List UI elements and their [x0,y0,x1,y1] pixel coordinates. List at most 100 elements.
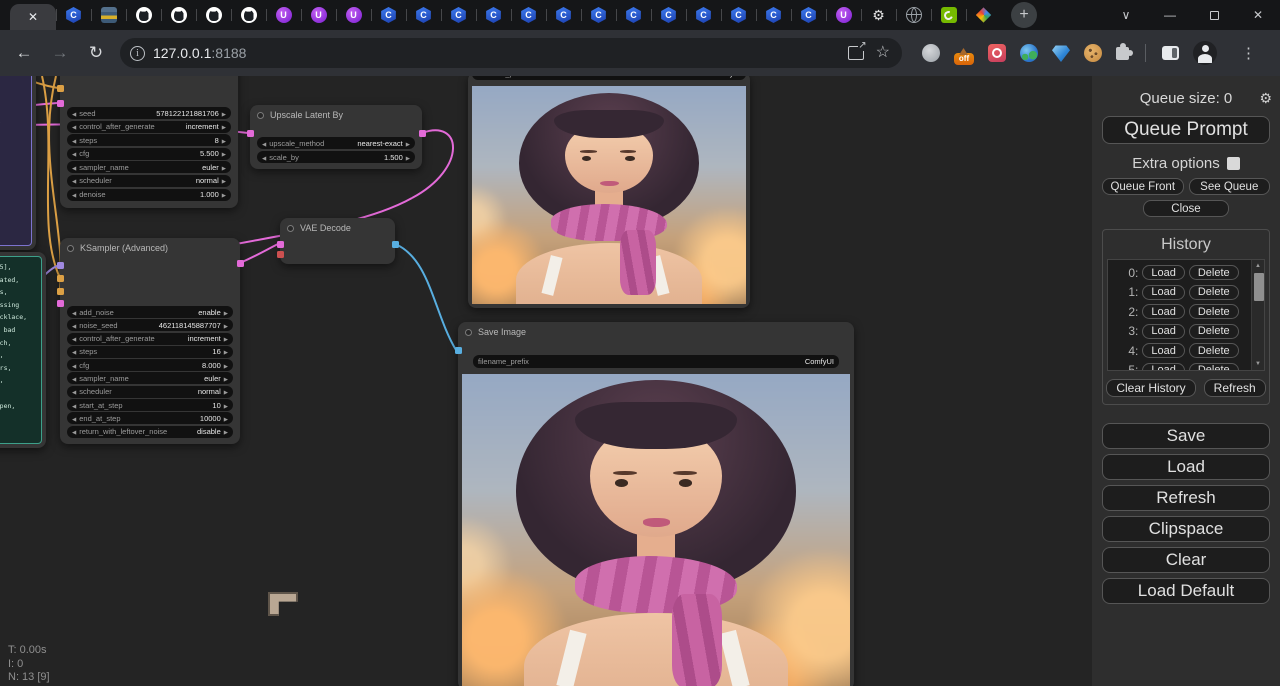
history-delete-button[interactable]: Delete [1189,265,1239,280]
pinned-tab[interactable]: C [651,0,686,30]
extension-ring-icon[interactable] [988,44,1006,62]
widget-value[interactable]: increment [186,122,219,131]
scroll-down-icon[interactable]: ▼ [1252,358,1264,370]
widget-row[interactable]: cfg 5.500 [67,148,231,160]
widget-increment-icon[interactable] [224,321,228,330]
collapse-dot-icon[interactable] [257,112,264,119]
slot-latent[interactable] [57,100,64,107]
slot-latent[interactable] [57,300,64,307]
tab-search-chevron-icon[interactable]: ∨ [1104,0,1148,30]
history-refresh-button[interactable]: Refresh [1204,379,1266,397]
history-delete-button[interactable]: Delete [1189,363,1239,371]
slot-image[interactable] [392,241,399,248]
ksampler-node[interactable]: seed 578122121881706 control_after_gener… [60,76,238,208]
menu-button[interactable]: Refresh [1102,485,1270,511]
browser-menu-icon[interactable]: ⋮ [1241,44,1256,62]
widget-increment-icon[interactable] [224,347,228,356]
collapse-dot-icon[interactable] [465,329,472,336]
widget-row[interactable]: filename_prefix ComfyUI [472,76,746,80]
extensions-puzzle-icon[interactable] [1116,47,1129,60]
widget-value[interactable]: nearest-exact [357,139,402,148]
widget-value[interactable]: 16 [212,347,220,356]
widget-increment-icon[interactable] [224,387,228,396]
widget-row[interactable]: control_after_generate increment [67,121,231,133]
pinned-tab[interactable]: C [686,0,721,30]
extension-gem-icon[interactable] [1052,44,1070,62]
widget-increment-icon[interactable] [222,136,226,145]
extension-globe-icon[interactable] [922,44,940,62]
minimize-icon[interactable]: — [1148,0,1192,30]
slot-conditioning[interactable] [57,275,64,282]
history-delete-button[interactable]: Delete [1189,343,1239,358]
upscale-latent-node[interactable]: Upscale Latent By upscale_method nearest… [250,105,422,169]
widget-row[interactable]: start_at_step 10 [67,399,233,411]
pinned-tab[interactable]: C [756,0,791,30]
widget-increment-icon[interactable] [222,149,226,158]
widget-decrement-icon[interactable] [72,427,76,436]
pinned-tab[interactable] [966,0,1001,30]
slot-latent[interactable] [237,260,244,267]
pinned-tab[interactable]: C [56,0,91,30]
widget-decrement-icon[interactable] [72,321,76,330]
bookmark-star-icon[interactable]: ☆ [876,45,890,61]
widget-row[interactable]: denoise 1.000 [67,189,231,201]
history-list[interactable]: 0: Load Delete 1: Load Delete 2: Load De… [1107,259,1265,371]
widget-increment-icon[interactable] [224,414,228,423]
widget-increment-icon[interactable] [224,361,228,370]
widget-value[interactable]: 462118145887707 [159,321,221,330]
widget-row[interactable]: sampler_name euler [67,161,231,173]
widget-row[interactable]: filename_prefix ComfyUI [473,355,839,368]
extension-earth-icon[interactable] [1020,44,1038,62]
slot-conditioning[interactable] [57,85,64,92]
settings-gear-icon[interactable]: ⚙ [1259,90,1272,107]
widget-increment-icon[interactable] [224,334,228,343]
queue-prompt-button[interactable]: Queue Prompt [1102,116,1270,144]
widget-value[interactable]: increment [188,334,221,343]
widget-value[interactable]: 10000 [200,414,221,423]
widget-value[interactable]: enable [198,308,221,317]
menu-button[interactable]: Load [1102,454,1270,480]
extension-cookie-icon[interactable] [1084,44,1102,62]
slot-latent[interactable] [419,130,426,137]
slot-conditioning[interactable] [57,288,64,295]
widget-row[interactable]: return_with_leftover_noise disable [67,426,233,438]
slot-model[interactable] [57,262,64,269]
menu-button[interactable]: Clear [1102,547,1270,573]
profile-avatar[interactable] [1193,41,1217,65]
preview-image-node[interactable]: filename_prefix ComfyUI [468,76,750,308]
history-delete-button[interactable]: Delete [1189,324,1239,339]
widget-increment-icon[interactable] [406,139,410,148]
pinned-tab[interactable] [861,0,896,30]
widget-decrement-icon[interactable] [72,414,76,423]
widget-increment-icon[interactable] [224,308,228,317]
slot-image[interactable] [455,347,462,354]
address-bar[interactable]: 127.0.0.1:8188 ☆ [120,38,902,68]
widget-row[interactable]: cfg 8.000 [67,359,233,371]
widget-decrement-icon[interactable] [72,122,76,131]
pinned-tab[interactable]: C [721,0,756,30]
widget-decrement-icon[interactable] [72,149,76,158]
widget-row[interactable]: control_after_generate increment [67,333,233,345]
back-icon[interactable]: ← [8,37,40,69]
widget-value[interactable]: 8 [215,136,219,145]
widget-row[interactable]: steps 8 [67,134,231,146]
pinned-tab[interactable]: C [546,0,581,30]
side-panel-icon[interactable] [1162,46,1179,60]
widget-row[interactable]: noise_seed 462118145887707 [67,319,233,331]
pinned-tab[interactable] [931,0,966,30]
close-button[interactable]: Close [1143,200,1229,217]
widget-increment-icon[interactable] [222,176,226,185]
reload-icon[interactable]: ↻ [80,37,112,69]
history-load-button[interactable]: Load [1142,363,1184,371]
widget-value[interactable]: ComfyUI [805,357,834,366]
history-load-button[interactable]: Load [1142,265,1184,280]
pinned-tab[interactable]: C [791,0,826,30]
widget-decrement-icon[interactable] [72,387,76,396]
clear-history-button[interactable]: Clear History [1106,379,1195,397]
widget-decrement-icon[interactable] [72,347,76,356]
pinned-tab[interactable]: U [336,0,371,30]
widget-row[interactable]: scale_by 1.500 [257,151,415,163]
widget-value[interactable]: 8.000 [202,361,221,370]
ksampler-advanced-node[interactable]: KSampler (Advanced) add_noise enable noi… [60,238,240,444]
widget-decrement-icon[interactable] [72,308,76,317]
